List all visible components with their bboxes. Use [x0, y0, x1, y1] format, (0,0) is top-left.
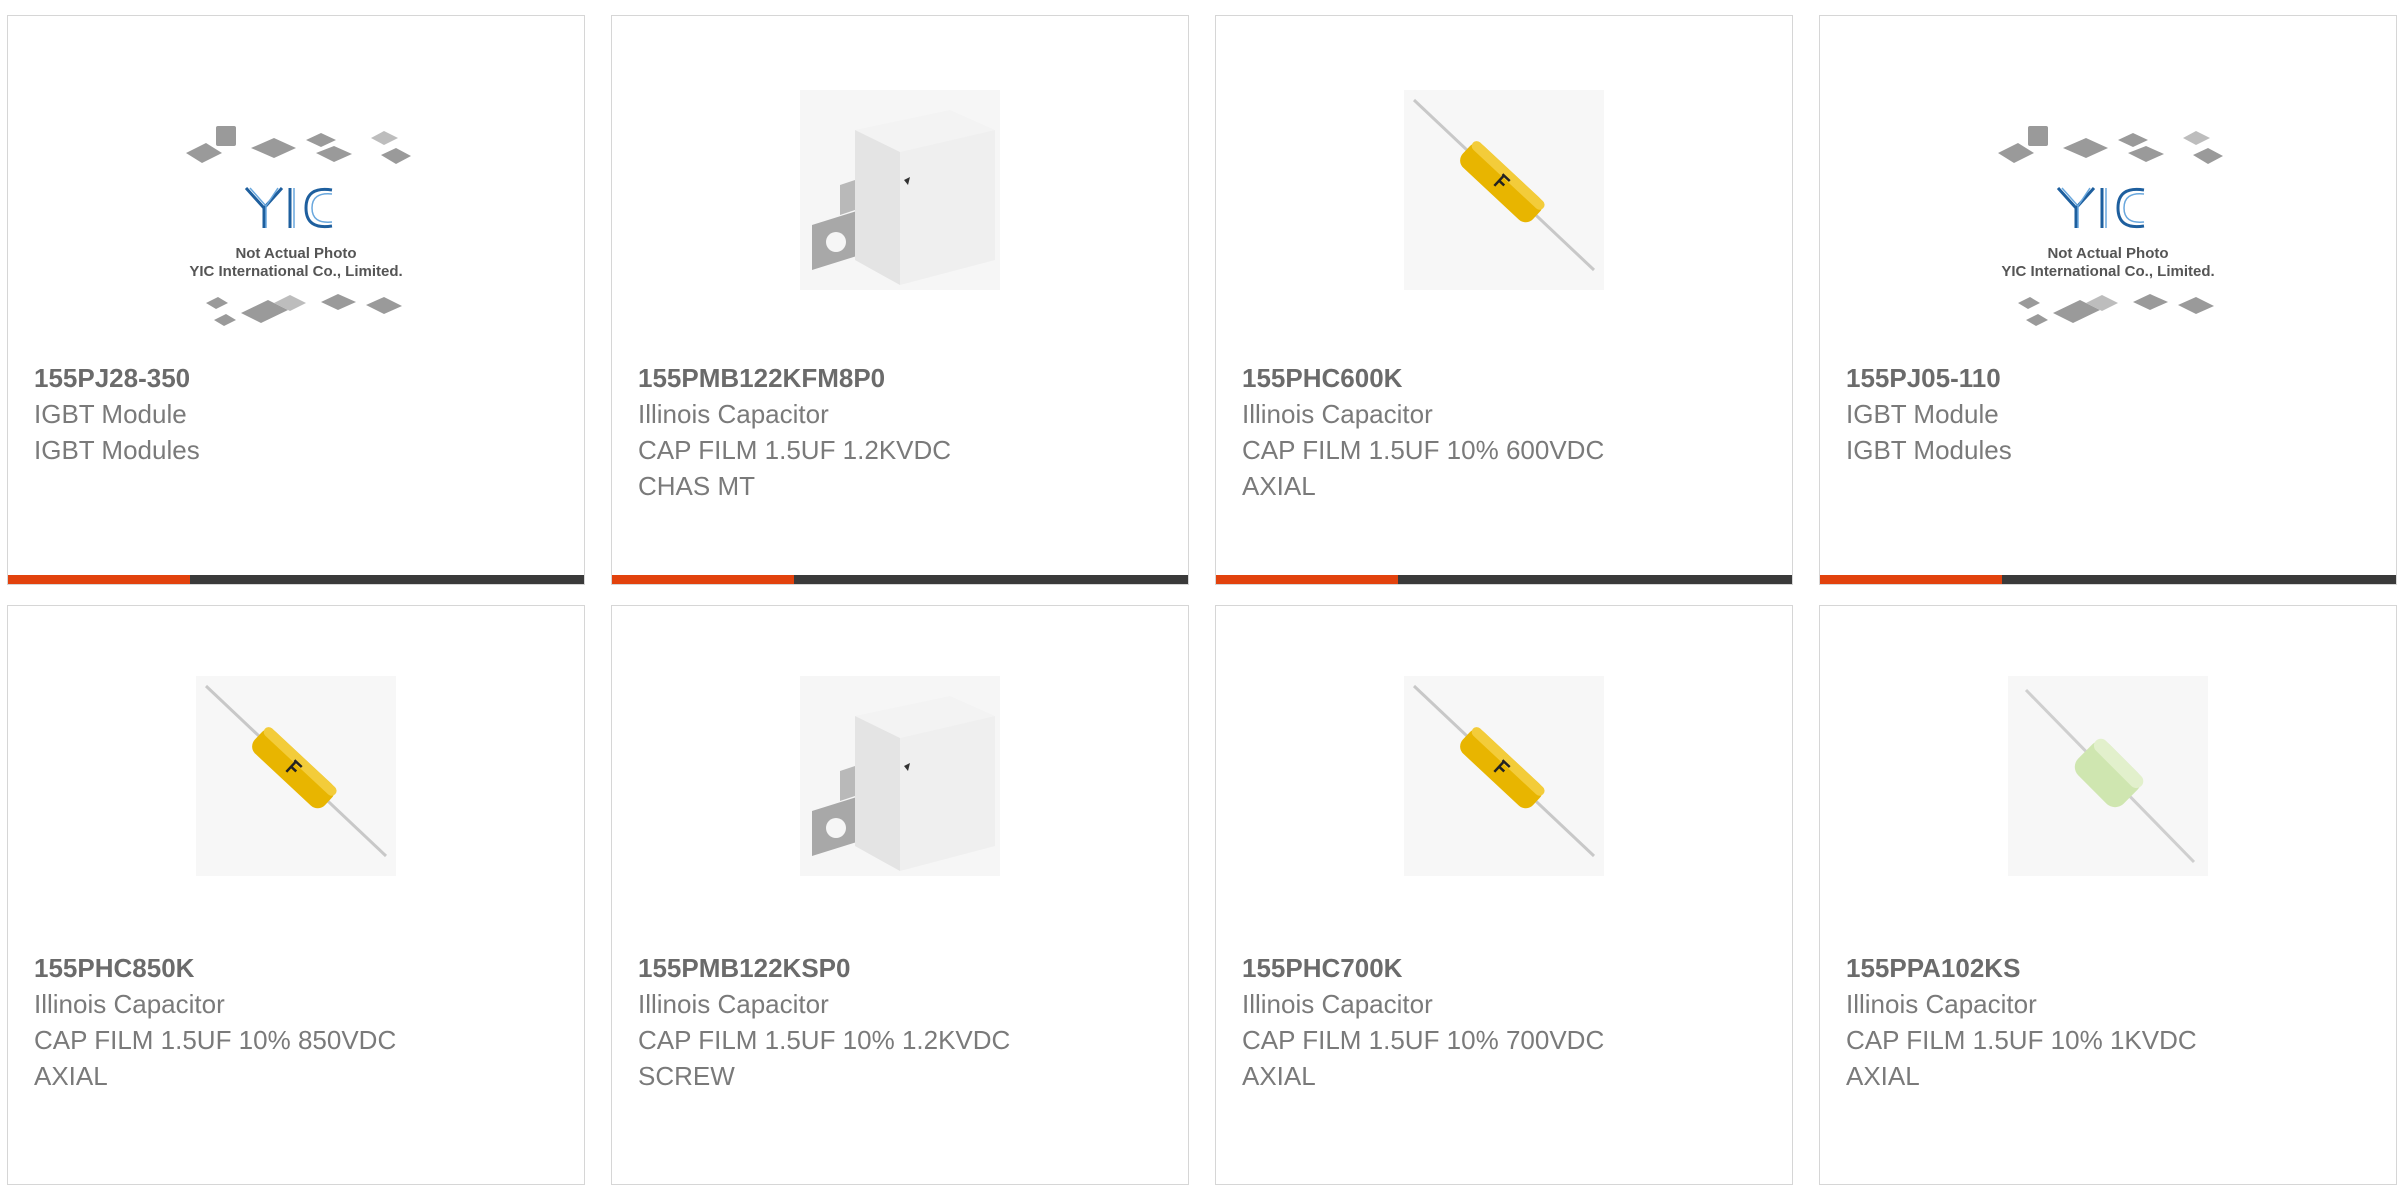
product-card[interactable]: 155PHC850K Illinois Capacitor CAP FILM 1…	[7, 605, 585, 1185]
product-info: 155PJ05-110 IGBT Module IGBT Modules	[1846, 360, 2376, 468]
part-number[interactable]: 155PHC600K	[1242, 360, 1772, 396]
card-footer-bar	[8, 575, 584, 584]
description: CAP FILM 1.5UF 10% 700VDC	[1242, 1025, 1605, 1055]
description: IGBT Modules	[1846, 435, 2012, 465]
card-footer-bar	[612, 575, 1188, 584]
product-info: 155PMB122KSP0 Illinois Capacitor CAP FIL…	[638, 950, 1168, 1094]
description-extra: CHAS MT	[638, 471, 755, 501]
manufacturer: Illinois Capacitor	[1242, 989, 1433, 1019]
manufacturer: Illinois Capacitor	[1846, 989, 2037, 1019]
description-extra: AXIAL	[34, 1061, 108, 1091]
part-number[interactable]: 155PMB122KFM8P0	[638, 360, 1168, 396]
description-extra: AXIAL	[1242, 1061, 1316, 1091]
description-extra: AXIAL	[1242, 471, 1316, 501]
box-capacitor-icon	[800, 676, 1000, 876]
product-info: 155PHC850K Illinois Capacitor CAP FILM 1…	[34, 950, 564, 1094]
description-extra: SCREW	[638, 1061, 735, 1091]
product-card[interactable]: 155PMB122KSP0 Illinois Capacitor CAP FIL…	[611, 605, 1189, 1185]
part-number[interactable]: 155PHC850K	[34, 950, 564, 986]
product-card[interactable]: 155PPA102KS Illinois Capacitor CAP FILM …	[1819, 605, 2397, 1185]
svg-text:Not Actual Photo: Not Actual Photo	[2047, 245, 2168, 262]
product-info: 155PJ28-350 IGBT Module IGBT Modules	[34, 360, 564, 468]
card-footer-bar	[1216, 575, 1792, 584]
axial-capacitor-icon	[196, 676, 396, 876]
product-info: 155PHC700K Illinois Capacitor CAP FILM 1…	[1242, 950, 1772, 1094]
product-info: 155PPA102KS Illinois Capacitor CAP FILM …	[1846, 950, 2376, 1094]
card-footer-bar	[1820, 575, 2396, 584]
placeholder-icon: Not Actual Photo YIC International Co., …	[156, 98, 436, 338]
description: CAP FILM 1.5UF 10% 600VDC	[1242, 435, 1605, 465]
card-accent	[612, 575, 794, 584]
description: CAP FILM 1.5UF 10% 1.2KVDC	[638, 1025, 1011, 1055]
part-number[interactable]: 155PJ05-110	[1846, 360, 2376, 396]
svg-text:YIC International Co., Limited: YIC International Co., Limited.	[2001, 263, 2214, 280]
product-info: 155PHC600K Illinois Capacitor CAP FILM 1…	[1242, 360, 1772, 504]
product-info: 155PMB122KFM8P0 Illinois Capacitor CAP F…	[638, 360, 1168, 504]
description: CAP FILM 1.5UF 1.2KVDC	[638, 435, 952, 465]
description: CAP FILM 1.5UF 10% 1KVDC	[1846, 1025, 2197, 1055]
axial-capacitor-icon	[1404, 90, 1604, 290]
box-capacitor-icon	[800, 90, 1000, 290]
description: IGBT Modules	[34, 435, 200, 465]
part-number[interactable]: 155PMB122KSP0	[638, 950, 1168, 986]
manufacturer: Illinois Capacitor	[34, 989, 225, 1019]
placeholder-icon: Not Actual Photo YIC International Co., …	[1968, 98, 2248, 338]
product-card[interactable]: 155PHC600K Illinois Capacitor CAP FILM 1…	[1215, 15, 1793, 585]
description: CAP FILM 1.5UF 10% 850VDC	[34, 1025, 397, 1055]
part-number[interactable]: 155PJ28-350	[34, 360, 564, 396]
manufacturer: Illinois Capacitor	[638, 989, 829, 1019]
product-card[interactable]: Not Actual Photo YIC International Co., …	[1819, 15, 2397, 585]
product-card[interactable]: Not Actual Photo YIC International Co., …	[7, 15, 585, 585]
card-accent	[1216, 575, 1398, 584]
description-extra: AXIAL	[1846, 1061, 1920, 1091]
svg-text:YIC International Co., Limited: YIC International Co., Limited.	[189, 263, 402, 280]
manufacturer: Illinois Capacitor	[1242, 399, 1433, 429]
manufacturer: Illinois Capacitor	[638, 399, 829, 429]
card-accent	[8, 575, 190, 584]
svg-text:Not Actual Photo: Not Actual Photo	[235, 245, 356, 262]
manufacturer: IGBT Module	[34, 399, 187, 429]
product-card[interactable]: 155PMB122KFM8P0 Illinois Capacitor CAP F…	[611, 15, 1189, 585]
axial-capacitor-icon	[1404, 676, 1604, 876]
card-accent	[1820, 575, 2002, 584]
manufacturer: IGBT Module	[1846, 399, 1999, 429]
part-number[interactable]: 155PPA102KS	[1846, 950, 2376, 986]
product-card[interactable]: 155PHC700K Illinois Capacitor CAP FILM 1…	[1215, 605, 1793, 1185]
axial-green-capacitor-icon	[2008, 676, 2208, 876]
part-number[interactable]: 155PHC700K	[1242, 950, 1772, 986]
